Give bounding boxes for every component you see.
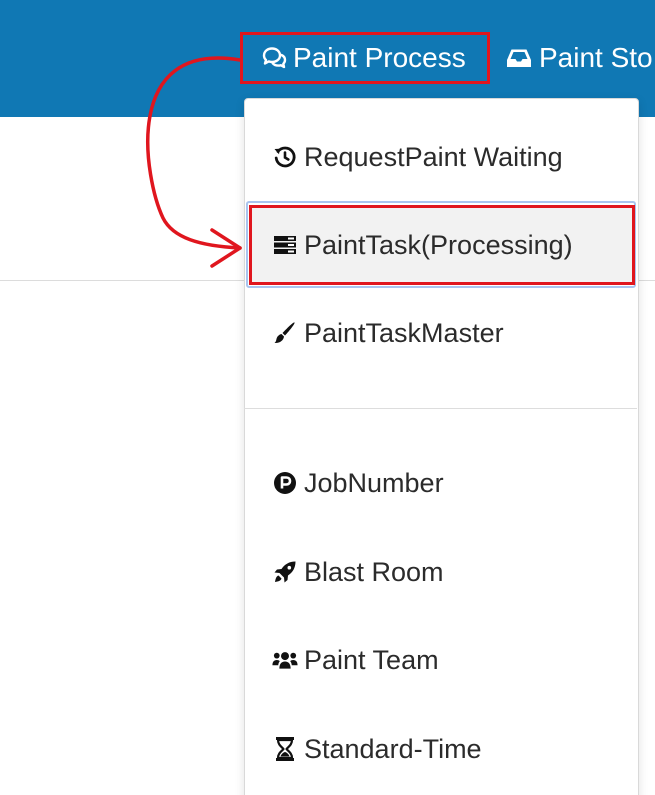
menu-item-label: Blast Room bbox=[304, 556, 444, 587]
menu-item-painttask-processing[interactable]: PaintTask(Processing) bbox=[244, 210, 637, 280]
menu-item-jobnumber[interactable]: JobNumber bbox=[244, 448, 637, 518]
nav-paint-stock-label: Paint Sto bbox=[539, 42, 653, 73]
menu-item-label: RequestPaint Waiting bbox=[304, 141, 563, 172]
hourglass-icon bbox=[272, 736, 298, 762]
paint-brush-icon bbox=[272, 321, 298, 345]
rocket-icon bbox=[272, 560, 298, 584]
menu-item-label: JobNumber bbox=[304, 467, 444, 498]
nav-paint-stock[interactable]: Paint Sto bbox=[505, 32, 653, 84]
menu-item-label: PaintTaskMaster bbox=[304, 317, 504, 348]
server-icon bbox=[272, 234, 298, 256]
menu-item-blast-room[interactable]: Blast Room bbox=[244, 537, 637, 607]
history-icon bbox=[272, 145, 298, 169]
menu-item-painttaskmaster[interactable]: PaintTaskMaster bbox=[244, 298, 637, 368]
nav-paint-process[interactable]: Paint Process bbox=[240, 32, 490, 84]
dropdown-divider bbox=[244, 408, 637, 409]
menu-item-label: PaintTask(Processing) bbox=[304, 229, 573, 260]
nav-paint-process-label: Paint Process bbox=[293, 42, 466, 73]
inbox-icon bbox=[505, 47, 533, 69]
parking-icon bbox=[272, 471, 298, 495]
menu-item-paint-team[interactable]: Paint Team bbox=[244, 625, 637, 695]
menu-item-standard-time[interactable]: Standard-Time bbox=[244, 714, 637, 784]
menu-item-label: Standard-Time bbox=[304, 733, 482, 764]
menu-item-requestpaint-waiting[interactable]: RequestPaint Waiting bbox=[244, 122, 637, 192]
users-icon bbox=[272, 648, 298, 672]
comments-icon bbox=[261, 46, 287, 70]
page: Paint Process Paint Sto RequestPaint Wai… bbox=[0, 0, 655, 795]
menu-item-label: Paint Team bbox=[304, 644, 439, 675]
